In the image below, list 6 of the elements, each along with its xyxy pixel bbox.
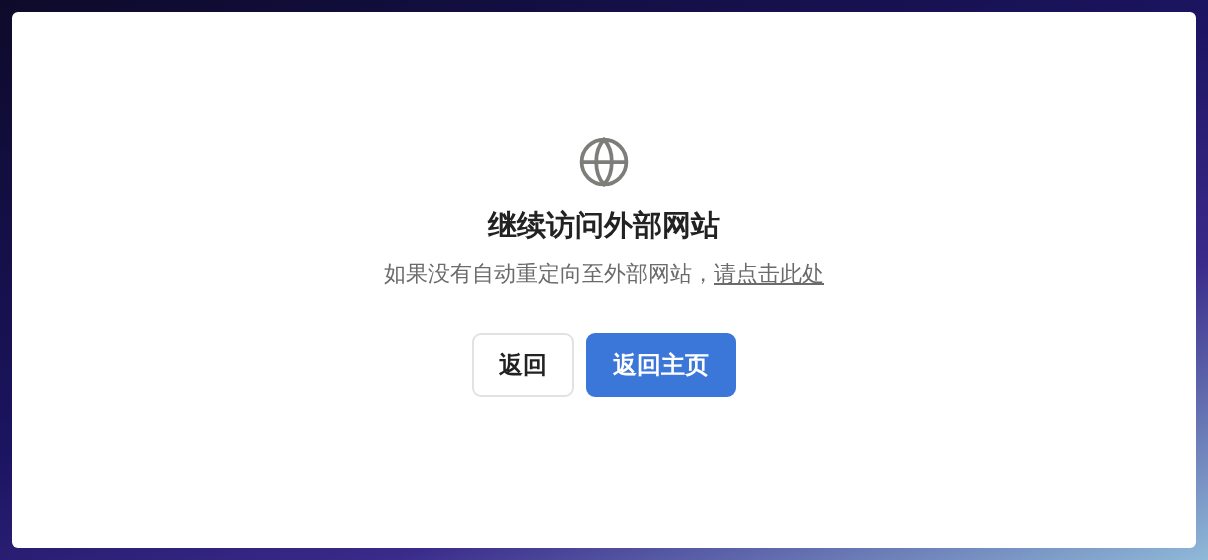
back-button[interactable]: 返回: [472, 333, 574, 398]
redirect-link[interactable]: 请点击此处: [714, 260, 824, 286]
dialog-title: 继续访问外部网站: [488, 207, 720, 244]
home-button[interactable]: 返回主页: [586, 333, 736, 398]
redirect-message: 如果没有自动重定向至外部网站，请点击此处: [384, 259, 824, 288]
globe-icon: [579, 137, 629, 187]
